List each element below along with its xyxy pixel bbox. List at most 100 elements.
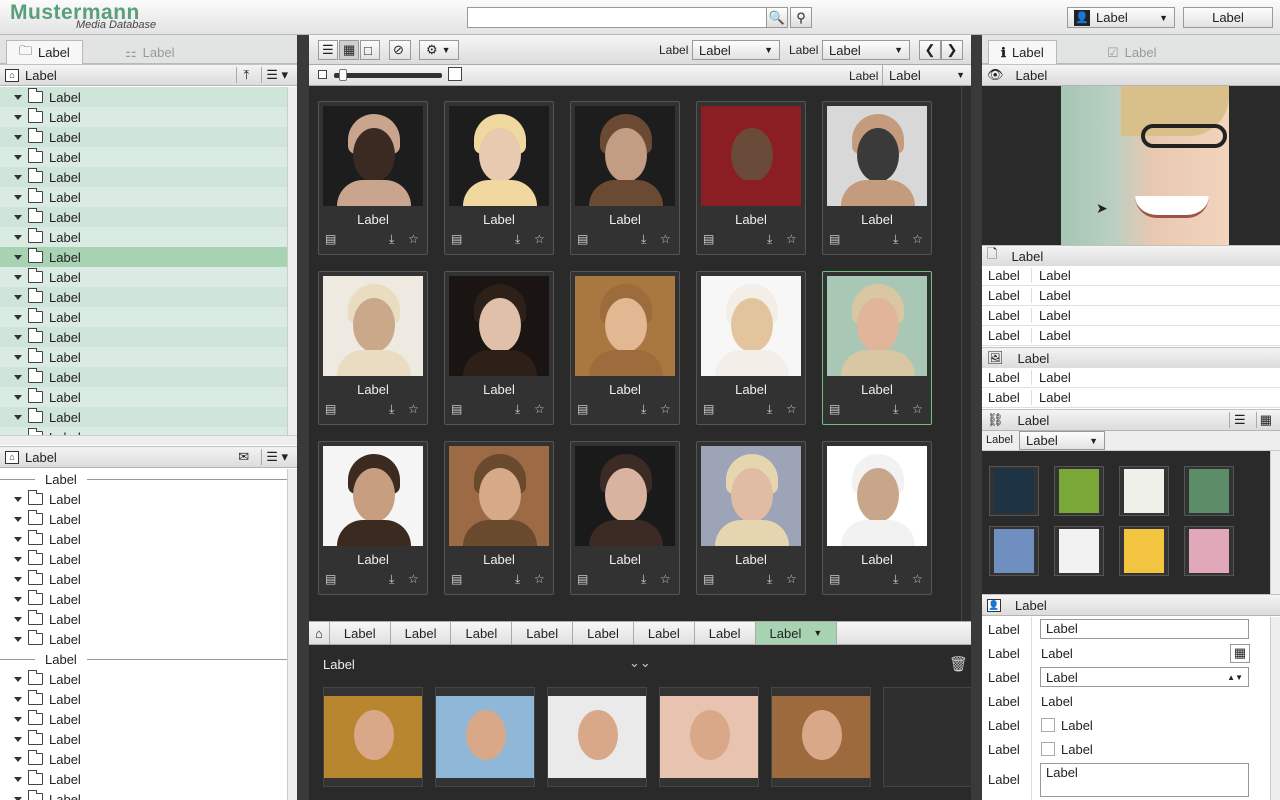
tree-item[interactable]: Label xyxy=(0,549,287,569)
comment-icon[interactable]: ▤ xyxy=(703,572,714,586)
breadcrumb-item[interactable]: Label xyxy=(695,622,756,644)
media-tile[interactable]: Label ▤ ⤓ ☆ xyxy=(696,271,806,425)
expand-triangle-icon[interactable] xyxy=(14,374,22,380)
download-icon[interactable]: ⤓ xyxy=(641,232,646,247)
thumbnail-image[interactable] xyxy=(449,276,549,376)
tree-item[interactable]: Label xyxy=(0,669,287,689)
prev-button[interactable]: ❮ xyxy=(919,40,941,60)
expand-triangle-icon[interactable] xyxy=(14,716,22,722)
download-icon[interactable]: ⤓ xyxy=(767,402,772,417)
media-tile[interactable]: Label ▤ ⤓ ☆ xyxy=(570,101,680,255)
star-icon[interactable]: ☆ xyxy=(660,572,671,586)
thumbnail-image[interactable] xyxy=(701,446,801,546)
tree-item[interactable]: Label xyxy=(0,489,287,509)
grid-view-button[interactable]: ▦ xyxy=(339,40,359,60)
tree1-hscroll[interactable] xyxy=(0,435,297,445)
grid-scrollbar[interactable] xyxy=(961,86,971,621)
stepper-icon[interactable]: ▲▼ xyxy=(1227,673,1243,682)
related-thumb[interactable] xyxy=(989,526,1039,576)
form-select[interactable]: Label ▲▼ xyxy=(1040,667,1249,687)
no-image-button[interactable]: ⊘ xyxy=(389,40,411,60)
media-tile[interactable]: Label ▤ ⤓ ☆ xyxy=(318,271,428,425)
expand-triangle-icon[interactable] xyxy=(14,134,22,140)
media-tile[interactable]: Label ▤ ⤓ ☆ xyxy=(318,101,428,255)
thumbnail-image[interactable] xyxy=(827,106,927,206)
tree-item[interactable]: Label xyxy=(0,689,287,709)
comment-icon[interactable]: ▤ xyxy=(451,232,462,246)
download-icon[interactable]: ⤓ xyxy=(893,402,898,417)
star-icon[interactable]: ☆ xyxy=(660,232,671,246)
tree-item[interactable]: Label xyxy=(0,127,287,147)
related-thumb[interactable] xyxy=(989,466,1039,516)
download-icon[interactable]: ⤓ xyxy=(389,232,394,247)
tree-item[interactable]: Label xyxy=(0,609,287,629)
home-icon[interactable]: ⌂ xyxy=(309,622,330,644)
tree-item[interactable]: Label xyxy=(0,207,287,227)
clipboard-thumb[interactable] xyxy=(323,687,423,787)
tree-item[interactable]: Label xyxy=(0,729,287,749)
tab-info[interactable]: ℹ Label xyxy=(988,40,1057,64)
download-icon[interactable]: ⤓ xyxy=(641,402,646,417)
star-icon[interactable]: ☆ xyxy=(534,232,545,246)
list-icon[interactable]: ☰ xyxy=(1229,412,1250,428)
header-button[interactable]: Label xyxy=(1183,7,1273,28)
tree-item[interactable]: Label xyxy=(0,709,287,729)
menu-icon[interactable]: ☰ ▾ xyxy=(261,67,292,83)
expand-triangle-icon[interactable] xyxy=(14,596,22,602)
expand-triangle-icon[interactable] xyxy=(14,676,22,682)
thumbnail-image[interactable] xyxy=(323,446,423,546)
comment-icon[interactable]: ▤ xyxy=(829,232,840,246)
download-icon[interactable]: ⤓ xyxy=(893,232,898,247)
clipboard-thumb[interactable] xyxy=(547,687,647,787)
download-icon[interactable]: ⤓ xyxy=(767,572,772,587)
user-select[interactable]: 👤 Label ▼ xyxy=(1067,7,1175,28)
zoom-slider-handle[interactable] xyxy=(339,69,347,81)
thumbnail-image[interactable] xyxy=(575,106,675,206)
tree-item[interactable]: Label xyxy=(0,509,287,529)
expand-triangle-icon[interactable] xyxy=(14,314,22,320)
expand-triangle-icon[interactable] xyxy=(14,736,22,742)
thumbnail-image[interactable] xyxy=(449,446,549,546)
media-tile[interactable]: Label ▤ ⤓ ☆ xyxy=(696,101,806,255)
tree2-scrollbar[interactable] xyxy=(287,469,297,800)
tree-item[interactable]: Label xyxy=(0,589,287,609)
media-tile[interactable]: Label ▤ ⤓ ☆ xyxy=(444,441,554,595)
clipboard-thumb[interactable] xyxy=(659,687,759,787)
expand-triangle-icon[interactable] xyxy=(14,696,22,702)
thumbnail-image[interactable] xyxy=(701,276,801,376)
related-thumb[interactable] xyxy=(1054,526,1104,576)
expand-triangle-icon[interactable] xyxy=(14,214,22,220)
thumbnail-image[interactable] xyxy=(575,446,675,546)
breadcrumb-item[interactable]: Label xyxy=(330,622,391,644)
chevrons-down-icon[interactable]: ⌄⌄ xyxy=(629,655,651,671)
comment-icon[interactable]: ▤ xyxy=(703,402,714,416)
comment-icon[interactable]: ▤ xyxy=(451,402,462,416)
related-thumb[interactable] xyxy=(1054,466,1104,516)
expand-triangle-icon[interactable] xyxy=(14,496,22,502)
tree-item[interactable]: Label xyxy=(0,769,287,789)
expand-triangle-icon[interactable] xyxy=(14,194,22,200)
expand-triangle-icon[interactable] xyxy=(14,556,22,562)
download-icon[interactable]: ⤓ xyxy=(893,572,898,587)
tree-item[interactable]: Label xyxy=(0,227,287,247)
comment-icon[interactable]: ▤ xyxy=(325,232,336,246)
tab-collections[interactable]: ⚏ Label xyxy=(112,40,187,64)
download-icon[interactable]: ⤓ xyxy=(515,402,520,417)
media-tile[interactable]: Label ▤ ⤓ ☆ xyxy=(318,441,428,595)
next-button[interactable]: ❯ xyxy=(941,40,963,60)
tree-item[interactable]: Label xyxy=(0,387,287,407)
download-icon[interactable]: ⤓ xyxy=(515,232,520,247)
tree-item[interactable]: Label xyxy=(0,367,287,387)
thumbnail-image[interactable] xyxy=(449,106,549,206)
tree-item[interactable]: Label xyxy=(0,147,287,167)
tab-folders[interactable]: 🗀 Label xyxy=(6,40,83,64)
filter-select[interactable]: Label ▼ xyxy=(822,40,910,60)
expand-triangle-icon[interactable] xyxy=(14,414,22,420)
form-date-field[interactable]: Label ▦ xyxy=(1041,643,1250,663)
advanced-search-button[interactable]: ⚲ xyxy=(790,7,812,28)
zoom-select[interactable]: Label ▼ xyxy=(882,65,971,85)
comment-icon[interactable]: ▤ xyxy=(703,232,714,246)
star-icon[interactable]: ☆ xyxy=(786,572,797,586)
download-icon[interactable]: ⤓ xyxy=(767,232,772,247)
form-checkbox[interactable]: Label xyxy=(1041,742,1093,757)
